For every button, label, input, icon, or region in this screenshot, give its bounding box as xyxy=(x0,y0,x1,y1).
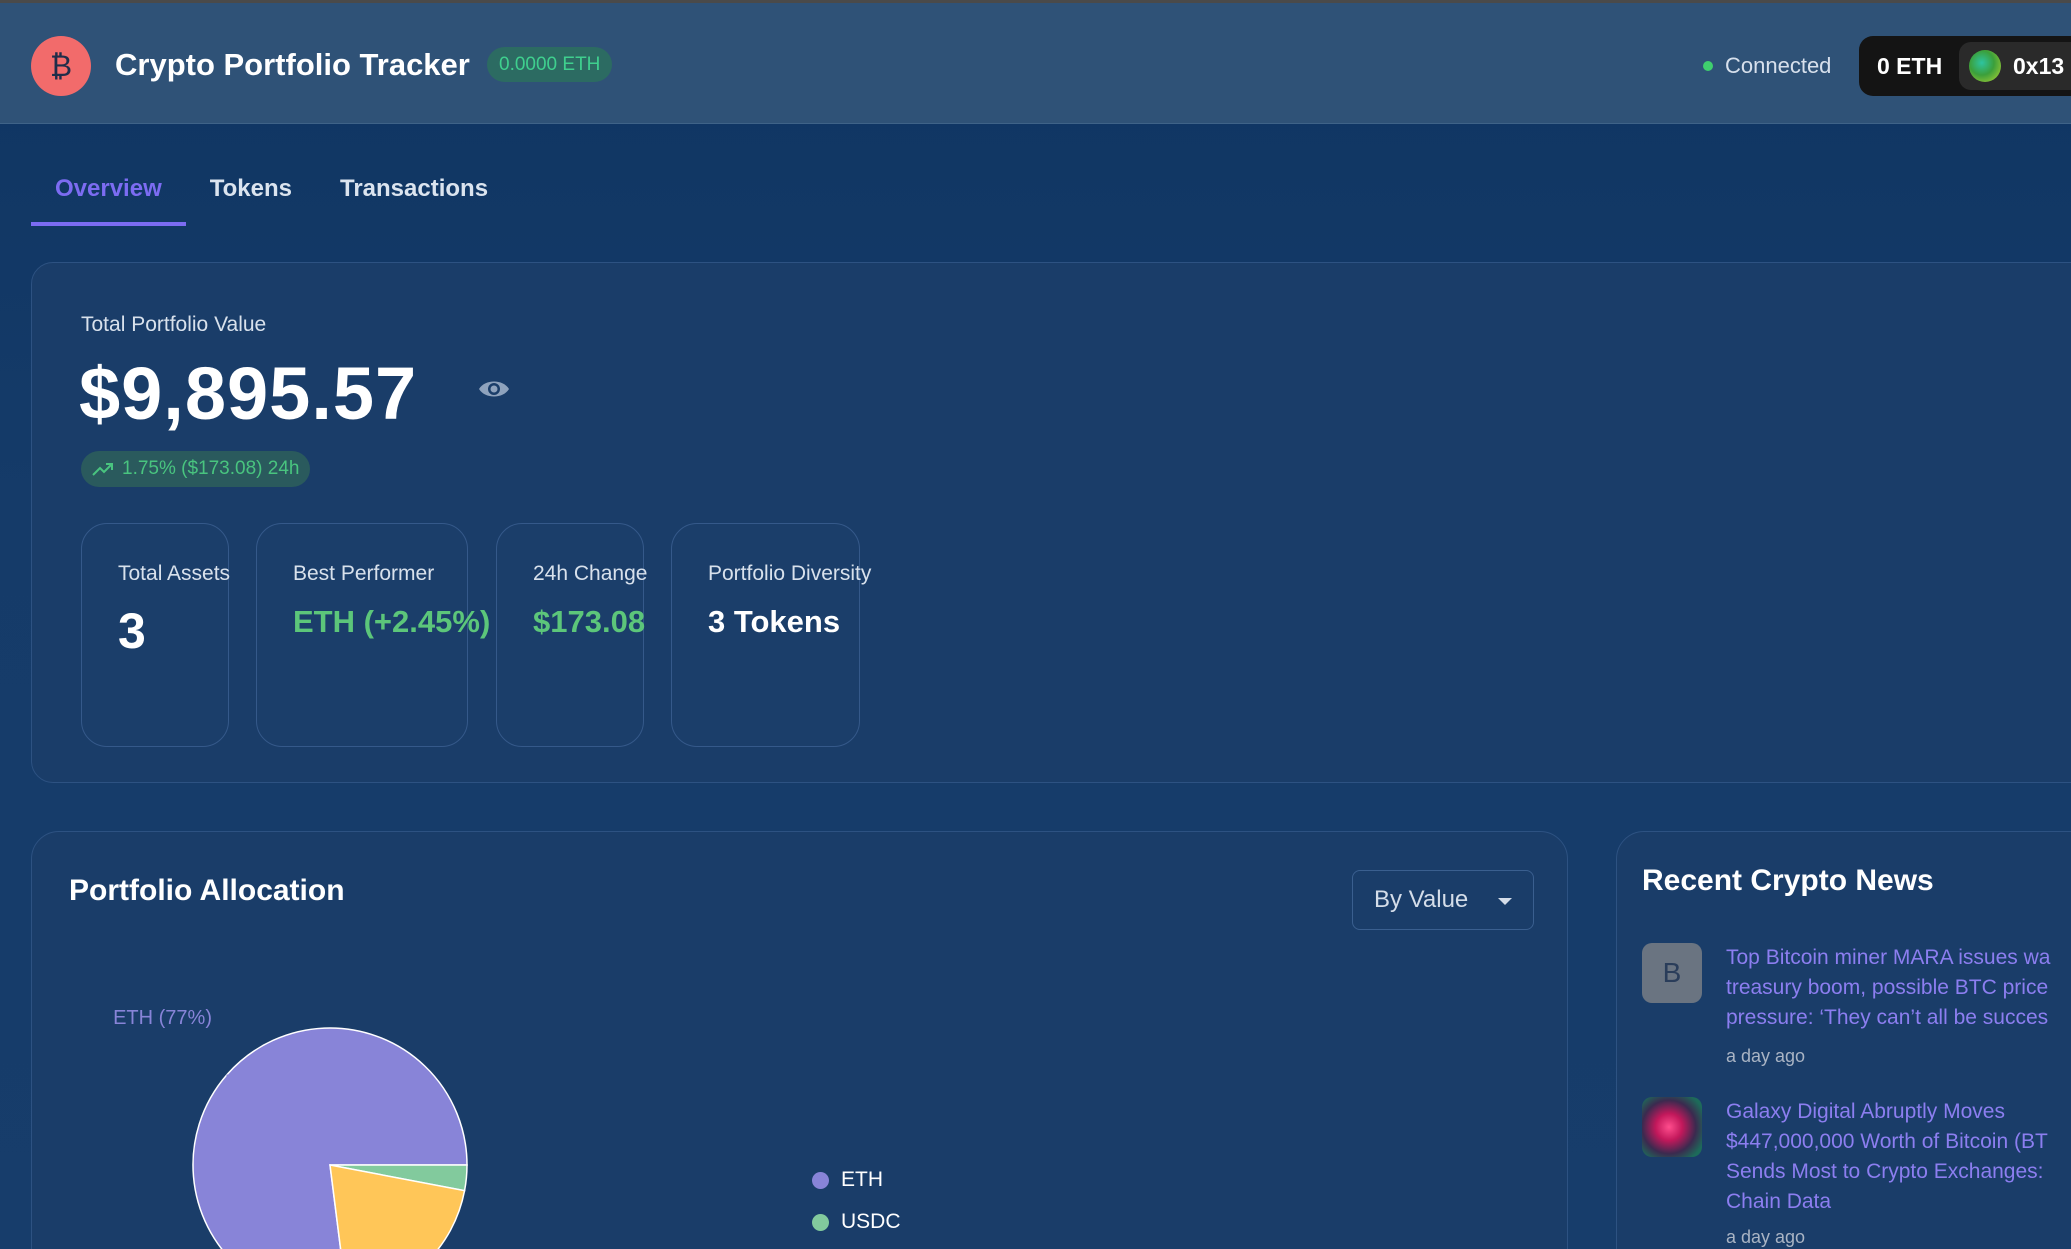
legend-item-third[interactable] xyxy=(812,1243,901,1249)
wallet-avatar-icon xyxy=(1969,50,2001,82)
news-timestamp: a day ago xyxy=(1726,1046,1806,1066)
bitcoin-logo-icon: ₿ xyxy=(31,36,91,96)
wallet-button[interactable]: 0 ETH 0x13 xyxy=(1859,36,2071,96)
legend-swatch xyxy=(812,1171,829,1189)
recent-news-card: Recent Crypto News B Top Bitcoin miner M… xyxy=(1616,831,2071,1249)
stat-label: Portfolio Diversity xyxy=(708,562,872,585)
wallet-address: 0x13 xyxy=(2013,53,2065,79)
change-24h-badge: 1.75% ($173.08) 24h xyxy=(81,451,311,487)
news-headline-link[interactable]: Top Bitcoin miner MARA issues wa treasur… xyxy=(1726,943,2071,1033)
main-tabs: Overview Tokens Transactions xyxy=(31,160,512,226)
app-root: ₿ Crypto Portfolio Tracker 0.0000 ETH Co… xyxy=(0,0,2071,1249)
stat-total-assets: Total Assets 3 xyxy=(81,523,231,747)
eye-icon[interactable] xyxy=(477,377,511,401)
tab-transactions[interactable]: Transactions xyxy=(316,160,512,226)
stat-best-performer: Best Performer ETH (+2.45%) xyxy=(256,523,490,747)
total-value-label: Total Portfolio Value xyxy=(81,313,267,336)
logo-glyph: ₿ xyxy=(49,48,73,84)
news-thumbnail-image xyxy=(1642,1097,1702,1157)
news-thumb-letter: B xyxy=(1662,957,1682,988)
stat-label: Total Assets xyxy=(118,562,231,585)
connection-status-text: Connected xyxy=(1725,53,1832,78)
legend-swatch xyxy=(812,1213,829,1231)
status-dot-icon xyxy=(1703,61,1713,71)
legend-label: ETH xyxy=(841,1168,883,1191)
wallet-balance: 0 ETH xyxy=(1877,53,1943,79)
news-title: Recent Crypto News xyxy=(1642,864,1934,897)
tab-tokens[interactable]: Tokens xyxy=(186,160,316,226)
stat-value: 3 xyxy=(118,603,146,659)
legend-item-eth[interactable]: ETH xyxy=(812,1159,901,1201)
stat-value: $173.08 xyxy=(533,604,646,639)
wallet-account-chip[interactable]: 0x13 xyxy=(1959,42,2071,90)
news-item[interactable]: Galaxy Digital Abruptly Moves $447,000,0… xyxy=(1642,1097,2071,1247)
news-item[interactable]: B Top Bitcoin miner MARA issues wa treas… xyxy=(1642,943,2071,1066)
connection-status: Connected xyxy=(1703,53,1831,79)
news-thumbnail: B xyxy=(1642,943,1702,1003)
stat-label: 24h Change xyxy=(533,562,648,585)
stat-24h-change: 24h Change $173.08 xyxy=(496,523,648,747)
stat-value: ETH (+2.45%) xyxy=(293,604,491,639)
legend-item-usdc[interactable]: USDC xyxy=(812,1201,901,1243)
tab-overview[interactable]: Overview xyxy=(31,160,186,226)
trending-up-icon xyxy=(92,463,113,476)
stat-value: 3 Tokens xyxy=(708,604,841,639)
legend-label: USDC xyxy=(841,1210,901,1233)
portfolio-summary-card: Total Portfolio Value $9,895.57 1.75% ($… xyxy=(31,262,2071,783)
pie-data-label-eth: ETH (77%) xyxy=(113,1007,212,1029)
chart-legend: ETH USDC xyxy=(812,1159,901,1249)
news-timestamp: a day ago xyxy=(1726,1227,1806,1247)
app-title: Crypto Portfolio Tracker xyxy=(115,47,470,82)
news-headline-link[interactable]: Galaxy Digital Abruptly Moves $447,000,0… xyxy=(1726,1097,2071,1217)
change-24h-text: 1.75% ($173.08) 24h xyxy=(122,458,300,479)
portfolio-allocation-card: Portfolio Allocation By Value ETH (77%) … xyxy=(31,831,1568,1249)
stat-portfolio-diversity: Portfolio Diversity 3 Tokens xyxy=(671,523,871,747)
allocation-pie-chart: ETH (77%) xyxy=(113,1007,468,1249)
total-value: $9,895.57 xyxy=(79,352,418,435)
stat-label: Best Performer xyxy=(293,562,435,585)
top-header: ₿ Crypto Portfolio Tracker 0.0000 ETH Co… xyxy=(0,0,2071,124)
eth-balance-badge: 0.0000 ETH xyxy=(487,47,613,82)
